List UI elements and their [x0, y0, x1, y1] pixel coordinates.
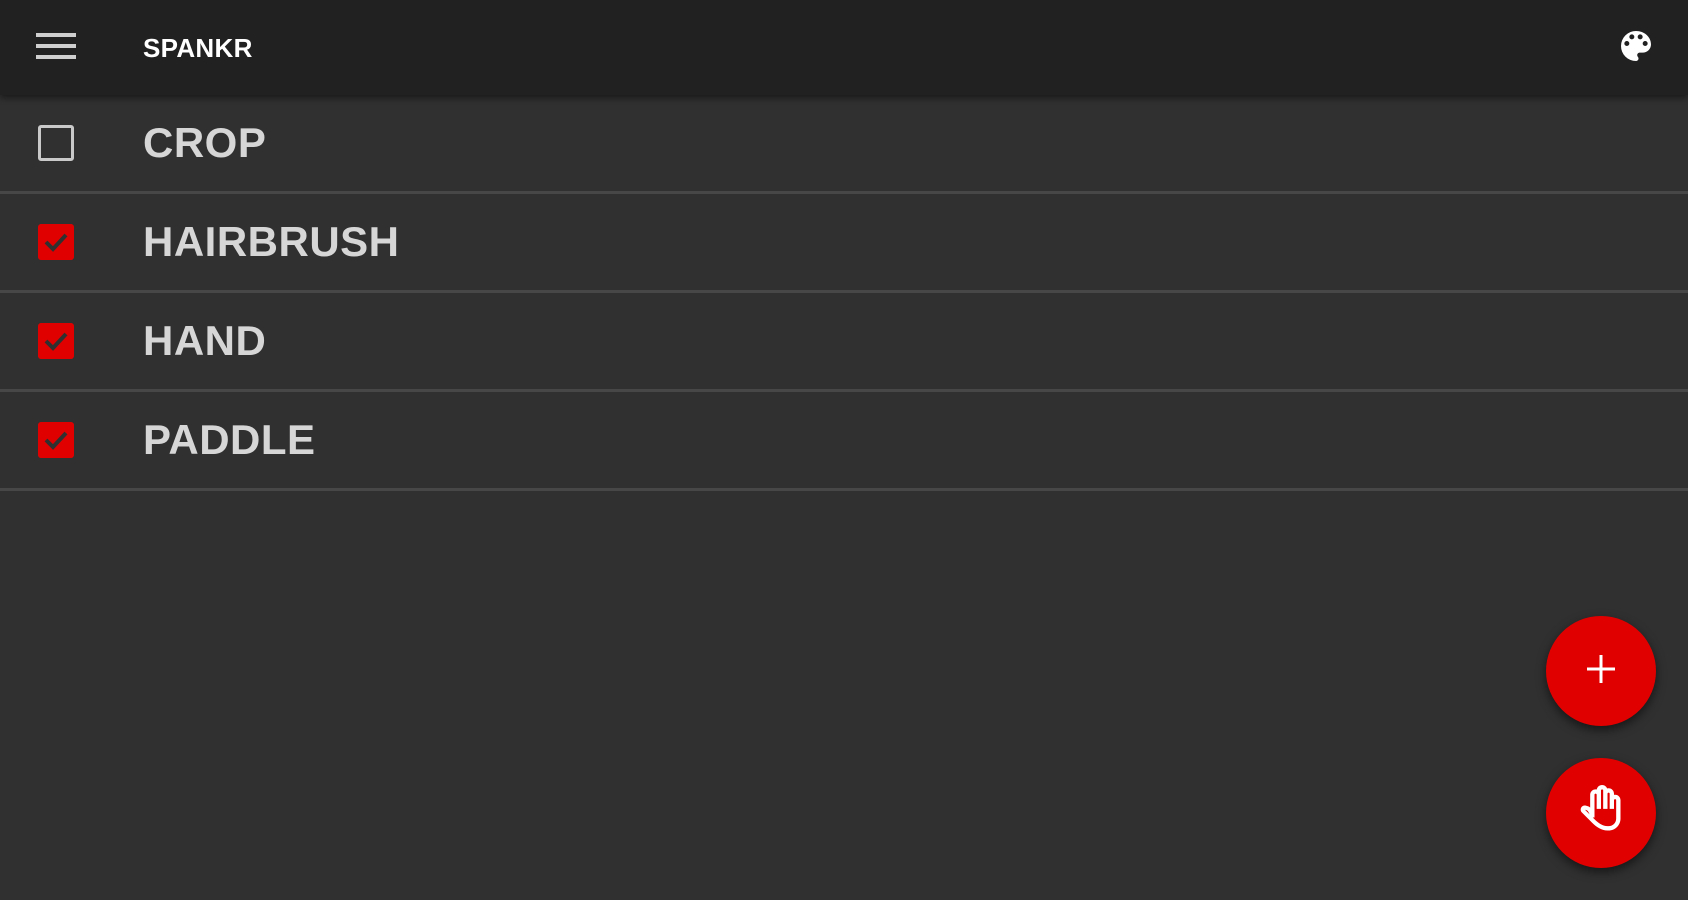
app-bar: SPANKR — [0, 0, 1688, 95]
checkmark-icon — [44, 431, 68, 450]
checkbox-checked[interactable] — [38, 422, 74, 458]
list-item-label: CROP — [143, 119, 267, 166]
app-title: SPANKR — [143, 33, 253, 63]
add-item-button[interactable] — [1546, 616, 1656, 726]
list-item-hand[interactable]: HAND — [0, 293, 1688, 392]
list-item-paddle[interactable]: PADDLE — [0, 392, 1688, 491]
app-root: SPANKR CROP HAIRBRUSH HAND PADDLE — [0, 0, 1688, 900]
palette-icon — [1616, 26, 1656, 71]
list-item-hairbrush[interactable]: HAIRBRUSH — [0, 194, 1688, 293]
menu-button[interactable] — [26, 24, 86, 72]
hamburger-menu-icon — [36, 31, 76, 66]
checkmark-icon — [44, 332, 68, 351]
plus-icon — [1584, 652, 1618, 691]
hand-icon — [1575, 784, 1627, 842]
checkbox-checked[interactable] — [38, 323, 74, 359]
theme-palette-button[interactable] — [1610, 22, 1662, 74]
list-item-label: PADDLE — [143, 416, 316, 463]
checkbox-checked[interactable] — [38, 224, 74, 260]
checkbox-unchecked[interactable] — [38, 125, 74, 161]
list-item-label: HAND — [143, 317, 267, 364]
spank-action-button[interactable] — [1546, 758, 1656, 868]
item-list: CROP HAIRBRUSH HAND PADDLE — [0, 95, 1688, 491]
list-item-label: HAIRBRUSH — [143, 218, 400, 265]
checkmark-icon — [44, 233, 68, 252]
list-item-crop[interactable]: CROP — [0, 95, 1688, 194]
